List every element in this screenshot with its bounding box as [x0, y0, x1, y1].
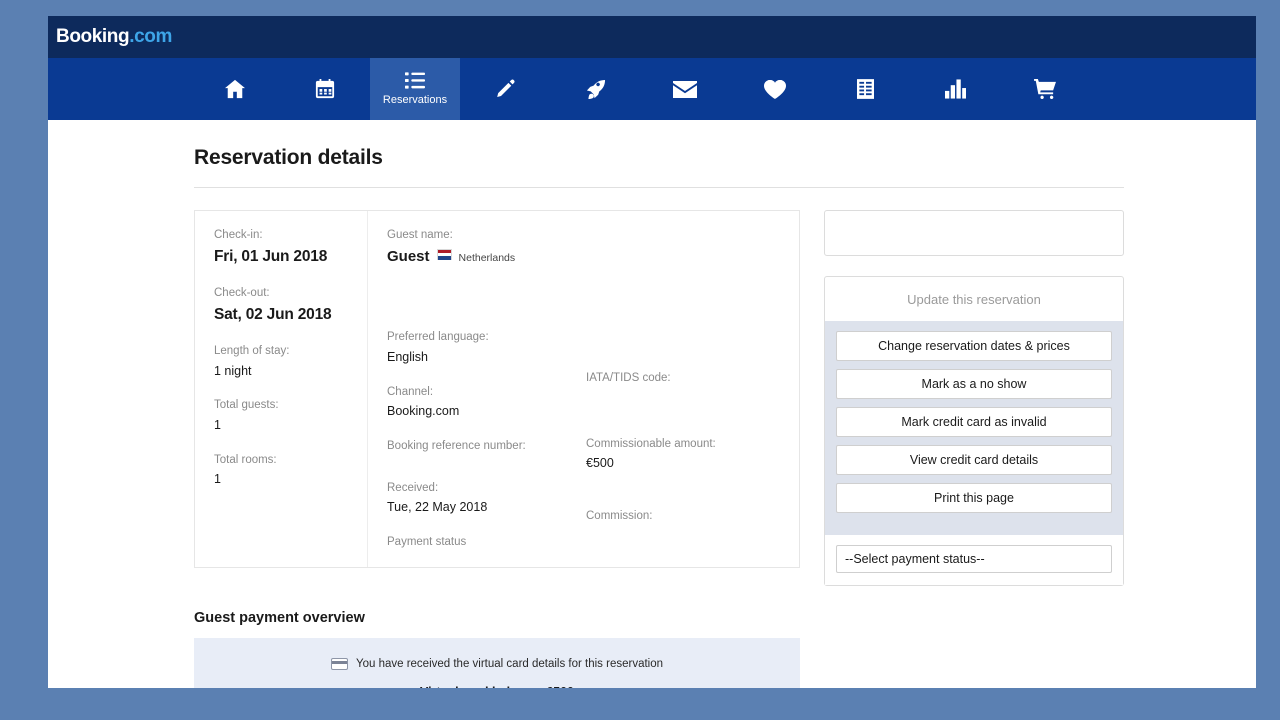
field-preferred-language: Preferred language: English: [387, 329, 586, 366]
guest-country: Netherlands: [458, 251, 516, 264]
field-label: Commissionable amount:: [586, 437, 716, 450]
view-credit-card-details-button[interactable]: View credit card details: [836, 445, 1112, 475]
field-label: Preferred language:: [387, 331, 489, 344]
field-label: Total rooms:: [214, 453, 277, 466]
nav-item-rates[interactable]: Rates: [460, 58, 550, 120]
virtual-card-notice: You have received the virtual card detai…: [194, 658, 800, 670]
field-label: IATA/TIDS code:: [586, 372, 671, 384]
brand-bar: Booking.com: [48, 16, 1256, 58]
field-value: Booking.com: [387, 404, 460, 419]
netherlands-flag-icon: [436, 248, 452, 260]
update-reservation-header: Update this reservation: [907, 292, 1041, 307]
field-received: Received: Tue, 22 May 2018: [387, 480, 586, 517]
field-value: [586, 389, 785, 395]
field-value: [387, 457, 586, 463]
commission-info-column: IATA/TIDS code: Commissionable amount: €…: [586, 227, 785, 551]
field-payment-status: Payment status: [387, 534, 586, 551]
home-icon: [224, 79, 246, 99]
virtual-card-notice-text: You have received the virtual card detai…: [355, 658, 664, 670]
nav-label-reservations: Reservations: [382, 94, 448, 106]
field-label: Total guests:: [214, 399, 279, 412]
change-reservation-dates-prices-button[interactable]: Change reservation dates & prices: [836, 331, 1112, 361]
field-value: Tue, 22 May 2018: [387, 500, 488, 515]
virtual-card-balance: Virtual card balance: €500: [194, 685, 800, 688]
field-total-rooms: Total rooms: 1: [214, 452, 355, 489]
guest-payment-overview-section: Guest payment overview You have received…: [194, 610, 800, 688]
pencil-icon: [495, 79, 515, 99]
field-booking-reference-number: Booking reference number:: [387, 438, 586, 463]
calendar-icon: [315, 79, 335, 99]
rocket-icon: [585, 79, 606, 100]
nav-item-marketplace[interactable]: Marketplace: [1000, 58, 1090, 120]
main-navigation: Home Calendar Reservations Rates Promoti: [48, 58, 1256, 120]
field-label: Check-out:: [214, 286, 270, 299]
field-label: Check-in:: [214, 229, 263, 241]
field-label: Commission:: [586, 510, 653, 523]
guest-payment-overview-heading: Guest payment overview: [194, 610, 365, 626]
stay-details-column: Check-in: Fri, 01 Jun 2018 Check-out: Sa…: [195, 211, 368, 567]
logo-text: Booking: [56, 26, 130, 47]
payment-status-select-wrapper: --Select payment status--: [825, 535, 1123, 585]
list-icon: [405, 72, 425, 89]
field-label: Guest name:: [387, 229, 453, 241]
field-label: Length of stay:: [214, 344, 290, 357]
field-total-guests: Total guests: 1: [214, 397, 355, 434]
credit-card-icon: [330, 658, 348, 670]
nav-item-inbox[interactable]: Inbox: [640, 58, 730, 120]
nav-item-calendar[interactable]: Calendar: [280, 58, 370, 120]
field-label: Received:: [387, 481, 439, 494]
cart-icon: [1033, 79, 1057, 99]
print-this-page-button[interactable]: Print this page: [836, 483, 1112, 513]
title-divider: [194, 187, 1124, 188]
nav-item-analytics[interactable]: Analytics: [910, 58, 1000, 120]
nav-item-reservations[interactable]: Reservations: [370, 58, 460, 120]
heart-icon: [764, 79, 786, 99]
envelope-icon: [673, 80, 697, 98]
field-label: Payment status: [387, 536, 467, 549]
action-rail: Update this reservation Change reservati…: [824, 210, 1124, 586]
field-value: 1 night: [214, 363, 252, 378]
reservation-detail-card: Check-in: Fri, 01 Jun 2018 Check-out: Sa…: [194, 210, 800, 568]
field-channel: Channel: Booking.com: [387, 384, 586, 421]
field-value: €500: [586, 456, 614, 471]
field-length-of-stay: Length of stay: 1 night: [214, 343, 355, 380]
booking-details-columns: Guest name: Guest Netherlands Preferred …: [368, 211, 799, 567]
field-check-out: Check-out: Sat, 02 Jun 2018: [214, 285, 355, 326]
logo-suffix: .com: [129, 26, 172, 47]
field-label: Channel:: [387, 385, 434, 398]
bar-chart-icon: [944, 79, 966, 99]
virtual-card-box: You have received the virtual card detai…: [194, 638, 800, 688]
payment-status-select[interactable]: --Select payment status--: [836, 545, 1112, 573]
nav-item-guest-reviews[interactable]: Guest reviews: [730, 58, 820, 120]
mark-as-no-show-button[interactable]: Mark as a no show: [836, 369, 1112, 399]
field-label: Booking reference number:: [387, 440, 526, 453]
booking-logo[interactable]: Booking.com: [56, 26, 172, 48]
field-iata-tids-code: IATA/TIDS code:: [586, 370, 785, 395]
update-reservation-actions: Change reservation dates & prices Mark a…: [825, 321, 1123, 535]
nav-item-promotions[interactable]: Promotions: [550, 58, 640, 120]
field-commissionable-amount: Commissionable amount: €500: [586, 436, 785, 473]
update-reservation-panel: Update this reservation Change reservati…: [824, 276, 1124, 586]
field-guest-name: Guest name: Guest Netherlands: [387, 227, 586, 268]
content-columns: Check-in: Fri, 01 Jun 2018 Check-out: Sa…: [194, 210, 1124, 586]
document-icon: [856, 79, 874, 99]
booking-info-column: Guest name: Guest Netherlands Preferred …: [387, 227, 586, 551]
nav-item-home[interactable]: Home: [190, 58, 280, 120]
field-check-in: Check-in: Fri, 01 Jun 2018: [214, 227, 355, 268]
nav-item-property[interactable]: Property: [820, 58, 910, 120]
field-value: Fri, 01 Jun 2018: [214, 247, 328, 265]
empty-info-card: [824, 210, 1124, 256]
field-value: 1: [214, 417, 221, 432]
guest-name-value: Guest: [387, 247, 430, 265]
field-value: 1: [214, 472, 221, 487]
page-body: Reservation details Check-in: Fri, 01 Ju…: [48, 120, 1256, 688]
field-value: Sat, 02 Jun 2018: [214, 305, 332, 323]
page-title: Reservation details: [194, 146, 383, 169]
field-commission: Commission:: [586, 508, 785, 525]
field-value: English: [387, 349, 428, 364]
browser-content-area: Booking.com Home Calendar Reservations: [48, 16, 1256, 688]
mark-credit-card-invalid-button[interactable]: Mark credit card as invalid: [836, 407, 1112, 437]
